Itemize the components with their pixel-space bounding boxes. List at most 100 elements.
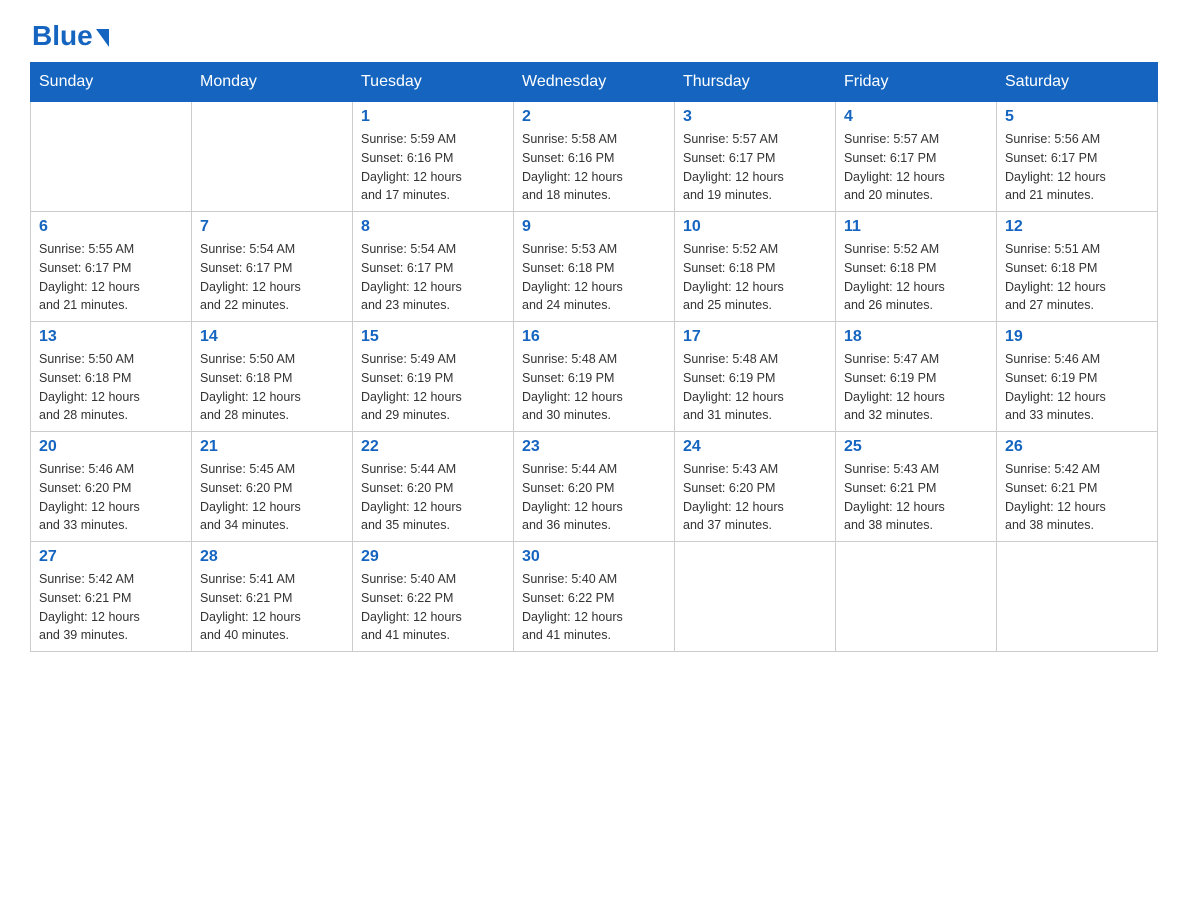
calendar-cell: 27 Sunrise: 5:42 AM Sunset: 6:21 PM Dayli… bbox=[31, 542, 192, 652]
calendar-cell: 26 Sunrise: 5:42 AM Sunset: 6:21 PM Dayli… bbox=[997, 432, 1158, 542]
calendar-cell: 25 Sunrise: 5:43 AM Sunset: 6:21 PM Dayli… bbox=[836, 432, 997, 542]
calendar-cell: 19 Sunrise: 5:46 AM Sunset: 6:19 PM Dayli… bbox=[997, 322, 1158, 432]
day-info: Sunrise: 5:54 AM Sunset: 6:17 PM Dayligh… bbox=[200, 240, 344, 315]
calendar-cell: 7 Sunrise: 5:54 AM Sunset: 6:17 PM Daylig… bbox=[192, 212, 353, 322]
calendar-cell: 9 Sunrise: 5:53 AM Sunset: 6:18 PM Daylig… bbox=[514, 212, 675, 322]
calendar-week-5: 27 Sunrise: 5:42 AM Sunset: 6:21 PM Dayli… bbox=[31, 542, 1158, 652]
day-info: Sunrise: 5:43 AM Sunset: 6:20 PM Dayligh… bbox=[683, 460, 827, 535]
logo: Bl ue ▲ bbox=[30, 20, 109, 52]
day-number: 13 bbox=[39, 328, 183, 346]
calendar-cell bbox=[997, 542, 1158, 652]
calendar-week-4: 20 Sunrise: 5:46 AM Sunset: 6:20 PM Dayli… bbox=[31, 432, 1158, 542]
page-header: Bl ue ▲ bbox=[30, 20, 1158, 52]
day-info: Sunrise: 5:48 AM Sunset: 6:19 PM Dayligh… bbox=[522, 350, 666, 425]
day-number: 1 bbox=[361, 108, 505, 126]
day-info: Sunrise: 5:42 AM Sunset: 6:21 PM Dayligh… bbox=[1005, 460, 1149, 535]
calendar-cell: 6 Sunrise: 5:55 AM Sunset: 6:17 PM Daylig… bbox=[31, 212, 192, 322]
day-number: 22 bbox=[361, 438, 505, 456]
weekday-header-friday: Friday bbox=[836, 63, 997, 102]
day-info: Sunrise: 5:49 AM Sunset: 6:19 PM Dayligh… bbox=[361, 350, 505, 425]
calendar-cell: 3Sunrise: 5:57 AM Sunset: 6:17 PM Daylig… bbox=[675, 102, 836, 212]
day-number: 28 bbox=[200, 548, 344, 566]
day-number: 21 bbox=[200, 438, 344, 456]
logo-blue-ue: ue bbox=[60, 20, 93, 52]
calendar-week-2: 6 Sunrise: 5:55 AM Sunset: 6:17 PM Daylig… bbox=[31, 212, 1158, 322]
day-info: Sunrise: 5:53 AM Sunset: 6:18 PM Dayligh… bbox=[522, 240, 666, 315]
day-number: 25 bbox=[844, 438, 988, 456]
day-info: Sunrise: 5:46 AM Sunset: 6:19 PM Dayligh… bbox=[1005, 350, 1149, 425]
day-number: 30 bbox=[522, 548, 666, 566]
calendar-cell: 12 Sunrise: 5:51 AM Sunset: 6:18 PM Dayli… bbox=[997, 212, 1158, 322]
calendar-table: SundayMondayTuesdayWednesdayThursdayFrid… bbox=[30, 62, 1158, 652]
calendar-cell: 18Sunrise: 5:47 AM Sunset: 6:19 PM Dayli… bbox=[836, 322, 997, 432]
day-info: Sunrise: 5:41 AM Sunset: 6:21 PM Dayligh… bbox=[200, 570, 344, 645]
day-info: Sunrise: 5:58 AM Sunset: 6:16 PM Dayligh… bbox=[522, 130, 666, 205]
calendar-cell: 24 Sunrise: 5:43 AM Sunset: 6:20 PM Dayli… bbox=[675, 432, 836, 542]
day-number: 8 bbox=[361, 218, 505, 236]
day-info: Sunrise: 5:42 AM Sunset: 6:21 PM Dayligh… bbox=[39, 570, 183, 645]
calendar-cell: 20 Sunrise: 5:46 AM Sunset: 6:20 PM Dayli… bbox=[31, 432, 192, 542]
day-number: 5 bbox=[1005, 108, 1149, 126]
day-info: Sunrise: 5:40 AM Sunset: 6:22 PM Dayligh… bbox=[361, 570, 505, 645]
logo-triangle-icon: ▲ bbox=[96, 29, 109, 47]
day-number: 23 bbox=[522, 438, 666, 456]
calendar-cell: 30 Sunrise: 5:40 AM Sunset: 6:22 PM Dayli… bbox=[514, 542, 675, 652]
calendar-cell: 1 Sunrise: 5:59 AM Sunset: 6:16 PM Daylig… bbox=[353, 102, 514, 212]
day-info: Sunrise: 5:43 AM Sunset: 6:21 PM Dayligh… bbox=[844, 460, 988, 535]
day-number: 19 bbox=[1005, 328, 1149, 346]
day-info: Sunrise: 5:50 AM Sunset: 6:18 PM Dayligh… bbox=[39, 350, 183, 425]
weekday-header-thursday: Thursday bbox=[675, 63, 836, 102]
day-info: Sunrise: 5:44 AM Sunset: 6:20 PM Dayligh… bbox=[522, 460, 666, 535]
calendar-cell: 16 Sunrise: 5:48 AM Sunset: 6:19 PM Dayli… bbox=[514, 322, 675, 432]
day-info: Sunrise: 5:52 AM Sunset: 6:18 PM Dayligh… bbox=[683, 240, 827, 315]
calendar-cell: 17Sunrise: 5:48 AM Sunset: 6:19 PM Dayli… bbox=[675, 322, 836, 432]
day-info: Sunrise: 5:45 AM Sunset: 6:20 PM Dayligh… bbox=[200, 460, 344, 535]
calendar-cell: 22Sunrise: 5:44 AM Sunset: 6:20 PM Dayli… bbox=[353, 432, 514, 542]
day-number: 11 bbox=[844, 218, 988, 236]
day-info: Sunrise: 5:54 AM Sunset: 6:17 PM Dayligh… bbox=[361, 240, 505, 315]
calendar-cell: 29 Sunrise: 5:40 AM Sunset: 6:22 PM Dayli… bbox=[353, 542, 514, 652]
calendar-cell: 28 Sunrise: 5:41 AM Sunset: 6:21 PM Dayli… bbox=[192, 542, 353, 652]
calendar-cell: 11Sunrise: 5:52 AM Sunset: 6:18 PM Dayli… bbox=[836, 212, 997, 322]
day-info: Sunrise: 5:40 AM Sunset: 6:22 PM Dayligh… bbox=[522, 570, 666, 645]
day-number: 16 bbox=[522, 328, 666, 346]
weekday-header-saturday: Saturday bbox=[997, 63, 1158, 102]
day-number: 20 bbox=[39, 438, 183, 456]
calendar-cell: 2Sunrise: 5:58 AM Sunset: 6:16 PM Daylig… bbox=[514, 102, 675, 212]
day-number: 24 bbox=[683, 438, 827, 456]
day-info: Sunrise: 5:46 AM Sunset: 6:20 PM Dayligh… bbox=[39, 460, 183, 535]
weekday-header-monday: Monday bbox=[192, 63, 353, 102]
day-number: 6 bbox=[39, 218, 183, 236]
day-number: 14 bbox=[200, 328, 344, 346]
day-number: 12 bbox=[1005, 218, 1149, 236]
day-info: Sunrise: 5:57 AM Sunset: 6:17 PM Dayligh… bbox=[844, 130, 988, 205]
day-number: 15 bbox=[361, 328, 505, 346]
day-number: 9 bbox=[522, 218, 666, 236]
day-info: Sunrise: 5:55 AM Sunset: 6:17 PM Dayligh… bbox=[39, 240, 183, 315]
weekday-header-wednesday: Wednesday bbox=[514, 63, 675, 102]
calendar-cell bbox=[31, 102, 192, 212]
calendar-cell: 23 Sunrise: 5:44 AM Sunset: 6:20 PM Dayli… bbox=[514, 432, 675, 542]
day-info: Sunrise: 5:57 AM Sunset: 6:17 PM Dayligh… bbox=[683, 130, 827, 205]
calendar-cell: 15 Sunrise: 5:49 AM Sunset: 6:19 PM Dayli… bbox=[353, 322, 514, 432]
day-number: 27 bbox=[39, 548, 183, 566]
calendar-week-3: 13 Sunrise: 5:50 AM Sunset: 6:18 PM Dayli… bbox=[31, 322, 1158, 432]
day-number: 26 bbox=[1005, 438, 1149, 456]
logo-blue-partial: Bl bbox=[32, 20, 60, 52]
calendar-cell: 14Sunrise: 5:50 AM Sunset: 6:18 PM Dayli… bbox=[192, 322, 353, 432]
calendar-cell: 8 Sunrise: 5:54 AM Sunset: 6:17 PM Daylig… bbox=[353, 212, 514, 322]
day-info: Sunrise: 5:51 AM Sunset: 6:18 PM Dayligh… bbox=[1005, 240, 1149, 315]
weekday-header-tuesday: Tuesday bbox=[353, 63, 514, 102]
calendar-cell: 10 Sunrise: 5:52 AM Sunset: 6:18 PM Dayli… bbox=[675, 212, 836, 322]
day-number: 10 bbox=[683, 218, 827, 236]
day-number: 17 bbox=[683, 328, 827, 346]
calendar-cell: 21 Sunrise: 5:45 AM Sunset: 6:20 PM Dayli… bbox=[192, 432, 353, 542]
day-info: Sunrise: 5:47 AM Sunset: 6:19 PM Dayligh… bbox=[844, 350, 988, 425]
calendar-cell bbox=[675, 542, 836, 652]
calendar-header-row: SundayMondayTuesdayWednesdayThursdayFrid… bbox=[31, 63, 1158, 102]
calendar-cell: 5Sunrise: 5:56 AM Sunset: 6:17 PM Daylig… bbox=[997, 102, 1158, 212]
day-info: Sunrise: 5:59 AM Sunset: 6:16 PM Dayligh… bbox=[361, 130, 505, 205]
day-number: 29 bbox=[361, 548, 505, 566]
day-number: 4 bbox=[844, 108, 988, 126]
day-number: 7 bbox=[200, 218, 344, 236]
